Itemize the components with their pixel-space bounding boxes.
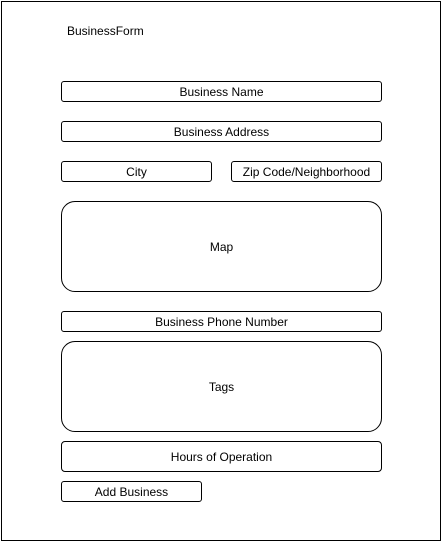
zip-code-field[interactable]: Zip Code/Neighborhood: [231, 161, 382, 182]
add-business-button[interactable]: Add Business: [61, 481, 202, 502]
business-name-field[interactable]: Business Name: [61, 81, 382, 102]
city-field[interactable]: City: [61, 161, 212, 182]
hours-of-operation-field[interactable]: Hours of Operation: [61, 441, 382, 472]
map-area[interactable]: Map: [61, 201, 382, 292]
business-address-field[interactable]: Business Address: [61, 121, 382, 142]
form-title: BusinessForm: [67, 24, 144, 38]
tags-area[interactable]: Tags: [61, 341, 382, 432]
business-phone-field[interactable]: Business Phone Number: [61, 311, 382, 332]
